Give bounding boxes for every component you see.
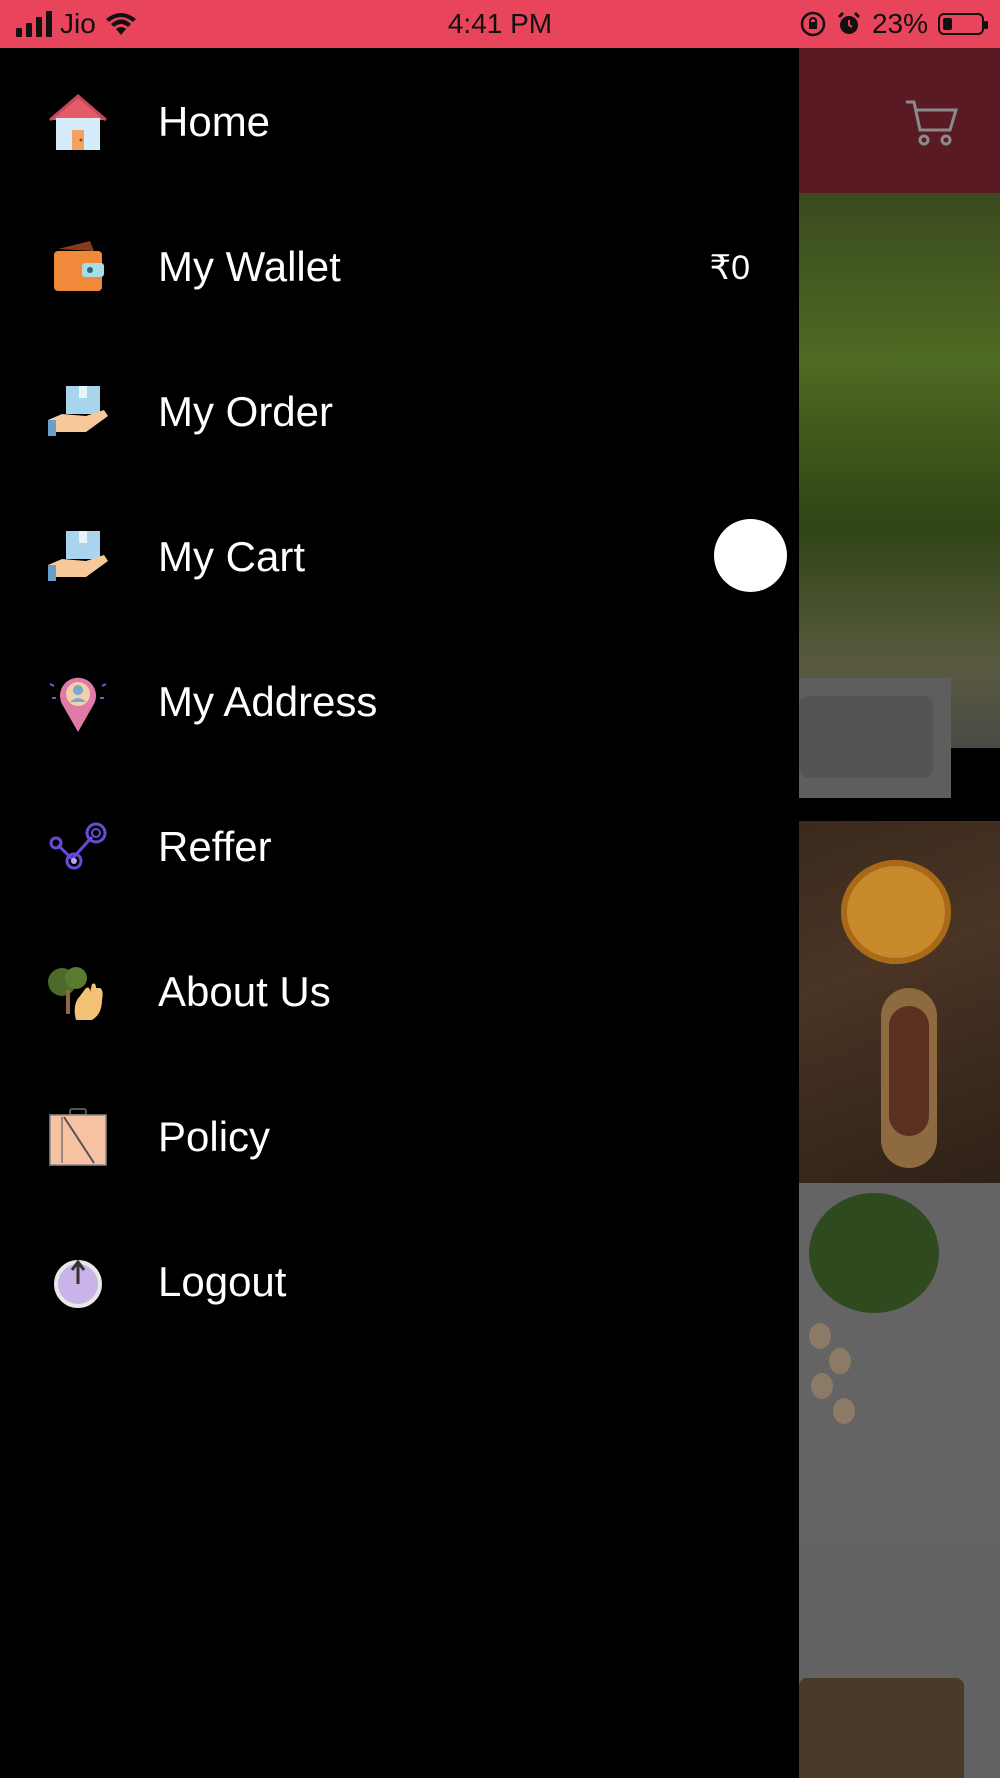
menu-item-home[interactable]: Home — [0, 48, 799, 193]
shopping-cart-icon[interactable] — [904, 98, 960, 148]
location-pin-icon — [49, 677, 107, 732]
menu-item-my-cart[interactable]: My Cart — [0, 483, 799, 628]
menu-item-wallet[interactable]: My Wallet ₹0 — [0, 193, 799, 338]
wallet-icon — [54, 241, 104, 291]
leaf-decoration — [809, 1193, 939, 1313]
rotation-lock-icon — [800, 11, 826, 37]
status-right: 23% — [800, 8, 988, 40]
menu-item-reffer[interactable]: Reffer — [0, 773, 799, 918]
menu-label-about-us: About Us — [158, 968, 331, 1015]
power-icon — [54, 1259, 102, 1308]
menu-item-logout[interactable]: Logout — [0, 1208, 799, 1353]
order-box-icon — [48, 386, 108, 436]
wallet-balance: ₹0 — [709, 249, 750, 287]
app-header — [799, 48, 1000, 193]
status-bar: Jio 4:41 PM 23% — [0, 0, 1000, 48]
menu-label-wallet: My Wallet — [158, 243, 341, 290]
menu-label-policy: Policy — [158, 1113, 271, 1160]
battery-icon — [938, 13, 988, 35]
navigation-drawer: Home My Wallet ₹0 My Order My Cart My Ad… — [0, 48, 799, 1778]
menu-label-my-order: My Order — [158, 388, 334, 435]
spoon-spices — [889, 1006, 929, 1136]
egg — [829, 1348, 851, 1374]
share-nodes-icon — [49, 822, 107, 870]
background-app — [799, 48, 1000, 1778]
floating-circle-button[interactable] — [714, 519, 787, 592]
menu-label-my-address: My Address — [158, 678, 378, 725]
search-input[interactable] — [799, 696, 933, 778]
egg — [833, 1398, 855, 1424]
menu-label-reffer: Reffer — [158, 823, 272, 870]
menu-item-my-address[interactable]: My Address — [0, 628, 799, 773]
home-icon — [49, 94, 107, 150]
menu-label-logout: Logout — [158, 1258, 287, 1305]
menu-item-about-us[interactable]: About Us — [0, 918, 799, 1063]
menu-label-my-cart: My Cart — [158, 533, 305, 580]
orange-slice — [841, 860, 951, 964]
menu-item-my-order[interactable]: My Order — [0, 338, 799, 483]
menu-label-home: Home — [158, 98, 271, 145]
egg — [809, 1323, 831, 1349]
about-tree-hand-icon — [48, 967, 103, 1020]
alarm-icon — [837, 11, 861, 34]
banner-image-greens — [799, 193, 1000, 748]
cutting-board — [799, 1678, 964, 1778]
policy-document-icon — [49, 1108, 107, 1166]
battery-percent: 23% — [871, 8, 928, 39]
cart-box-icon — [48, 531, 108, 581]
menu-item-policy[interactable]: Policy — [0, 1063, 799, 1208]
egg — [811, 1373, 833, 1399]
